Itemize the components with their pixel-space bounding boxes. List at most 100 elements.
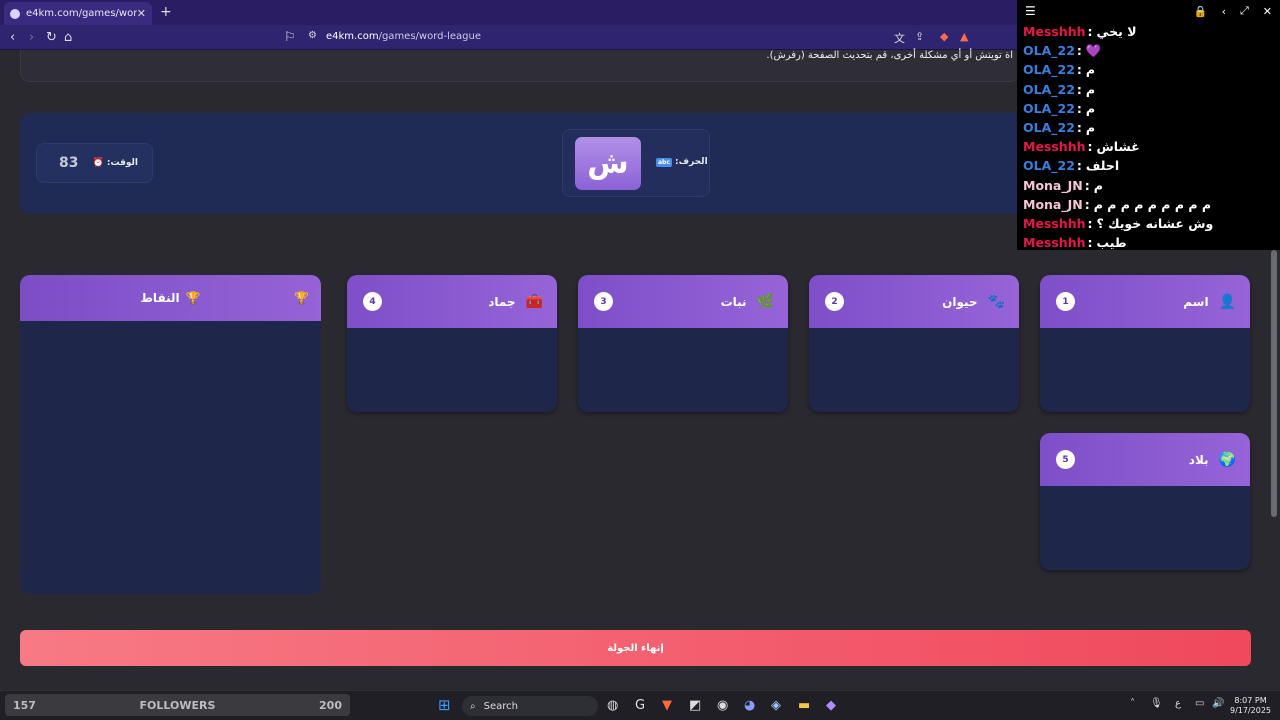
scores-header: 🏆 🏆 النقاط (20, 275, 321, 321)
followers-current: 157 (13, 698, 36, 712)
site-info-icon[interactable]: ⚙ (308, 30, 317, 41)
category-card-country: 5 🌍 بلاد (1040, 433, 1250, 570)
network-icon[interactable]: ▭ (1195, 698, 1204, 709)
chat-username[interactable]: OLA_22 (1023, 120, 1075, 135)
chat-text: م م م م م م م م م (1093, 196, 1212, 212)
scores-title: النقاط (140, 291, 180, 305)
chat-username[interactable]: OLA_22 (1023, 158, 1075, 173)
chat-separator: : (1076, 100, 1082, 116)
chat-username[interactable]: OLA_22 (1023, 43, 1075, 58)
round-panel (20, 113, 1030, 214)
tab-close-icon[interactable]: ✕ (137, 7, 146, 20)
app-icon-3[interactable]: ◩ (689, 698, 701, 713)
language-icon[interactable]: ع (1175, 698, 1181, 709)
app-icon-4[interactable]: ◆ (826, 698, 836, 713)
chat-text: م (1085, 100, 1096, 116)
taskbar-clock[interactable]: 8:07 PM 9/17/2025 (1230, 696, 1271, 716)
lock-icon[interactable]: 🔒 (1194, 5, 1208, 18)
reload-icon[interactable]: ↻ (46, 30, 57, 45)
translate-icon[interactable]: 文 (894, 30, 905, 46)
rewards-icon[interactable]: ▲ (960, 30, 968, 43)
chat-text: م (1093, 177, 1103, 193)
toolbox-icon: 🧰 (525, 293, 543, 310)
trophy-icon: 🏆 (185, 291, 201, 305)
brave-browser-icon[interactable]: ▼ (662, 698, 672, 713)
chat-username[interactable]: OLA_22 (1023, 82, 1075, 97)
chat-message: OLA_22: م (1017, 99, 1280, 118)
shields-icon[interactable]: ◆ (940, 30, 948, 43)
new-tab-button[interactable]: + (160, 4, 172, 20)
category-card-name: 1 👤 اسم (1040, 275, 1250, 412)
chat-message: OLA_22: م (1017, 118, 1280, 137)
chat-separator: : (1076, 158, 1082, 174)
app-icon-1[interactable]: ◍ (607, 698, 618, 713)
category-number: 2 (825, 292, 844, 311)
discord-icon[interactable]: ◕ (744, 698, 755, 713)
chat-username[interactable]: Mona_JN (1023, 178, 1083, 193)
microphone-icon[interactable]: 🎙 (1150, 698, 1163, 709)
chat-username[interactable]: Messhhh (1023, 235, 1086, 250)
chat-separator: : (1076, 120, 1082, 136)
chat-text: م (1085, 81, 1096, 97)
url-field[interactable]: e4km.com/games/word-league (326, 31, 481, 42)
chat-message: Mona_JN: م (1017, 176, 1280, 195)
followers-target: 200 (319, 698, 342, 712)
expand-icon[interactable]: ⤢ (1240, 4, 1249, 18)
app-icon-2[interactable]: G (635, 698, 645, 713)
steam-icon[interactable]: ◈ (771, 698, 781, 713)
followers-label: FOLLOWERS (139, 698, 216, 712)
category-card-plant: 3 🌿 نبات (578, 275, 788, 412)
timer-value: 83 (59, 155, 79, 171)
taskbar: 157 FOLLOWERS 200 ⊞ ⌕ Search ◍ G ▼ ◩ ◉ ◕… (0, 690, 1280, 720)
bookmark-icon[interactable]: ⚐ (284, 30, 296, 45)
chat-message: OLA_22: احلف (1017, 156, 1280, 175)
chat-separator: : (1084, 196, 1090, 212)
category-number: 1 (1056, 292, 1075, 311)
menu-icon[interactable]: ☰ (1025, 4, 1036, 18)
search-label: Search (483, 700, 518, 712)
chat-username[interactable]: Messhhh (1023, 24, 1086, 39)
chat-username[interactable]: OLA_22 (1023, 62, 1075, 77)
chat-username[interactable]: OLA_22 (1023, 101, 1075, 116)
back-icon[interactable]: ‹ (10, 30, 15, 45)
taskbar-search[interactable]: ⌕ Search (462, 696, 598, 716)
forward-icon[interactable]: › (29, 30, 34, 45)
close-icon[interactable]: ✕ (1263, 5, 1272, 18)
letter-label: الحرف: abc (656, 157, 708, 167)
chat-text: غشاش (1096, 139, 1140, 155)
page-scrollbar[interactable] (1271, 250, 1277, 517)
back-arrow-icon[interactable]: ‹ (1222, 5, 1226, 18)
followers-goal-bar: 157 FOLLOWERS 200 (5, 694, 350, 716)
windows-start-icon[interactable]: ⊞ (438, 696, 451, 714)
browser-tab[interactable]: e4km.com/games/word-league ✕ (4, 2, 152, 25)
share-icon[interactable]: ⇪ (915, 30, 924, 43)
obs-icon[interactable]: ◉ (717, 698, 728, 713)
search-icon: ⌕ (470, 700, 476, 712)
abc-icon: abc (656, 158, 672, 167)
category-number: 4 (363, 292, 382, 311)
chat-message: Messhhh: طيب (1017, 233, 1280, 252)
chevron-up-icon[interactable]: ˄ (1130, 698, 1135, 709)
home-icon[interactable]: ⌂ (64, 30, 72, 45)
chat-username[interactable]: Messhhh (1023, 139, 1086, 154)
chat-message: OLA_22: 💜 (1017, 41, 1280, 60)
end-round-button[interactable]: إنهاء الجولة (20, 630, 1251, 666)
chat-separator: : (1076, 43, 1082, 59)
person-icon: 👤 (1218, 293, 1236, 310)
category-title: نبات (720, 294, 747, 309)
chat-username[interactable]: Messhhh (1023, 216, 1086, 231)
folder-icon[interactable]: ▬ (798, 698, 810, 713)
chat-separator: : (1076, 62, 1082, 78)
category-title: اسم (1183, 294, 1209, 309)
paw-icon: 🐾 (987, 293, 1005, 310)
clock-date: 9/17/2025 (1230, 706, 1272, 715)
chat-text: وش عشانه خويك ؟ (1096, 215, 1214, 231)
chat-separator: : (1087, 139, 1093, 155)
category-number: 5 (1056, 450, 1075, 469)
chat-text: طيب (1096, 235, 1127, 251)
chat-text: 💜 (1085, 42, 1102, 58)
chat-username[interactable]: Mona_JN (1023, 197, 1083, 212)
chat-separator: : (1076, 81, 1082, 97)
volume-icon[interactable]: 🔊 (1212, 698, 1224, 709)
chat-message: Messhhh: لا يخي (1017, 22, 1280, 41)
